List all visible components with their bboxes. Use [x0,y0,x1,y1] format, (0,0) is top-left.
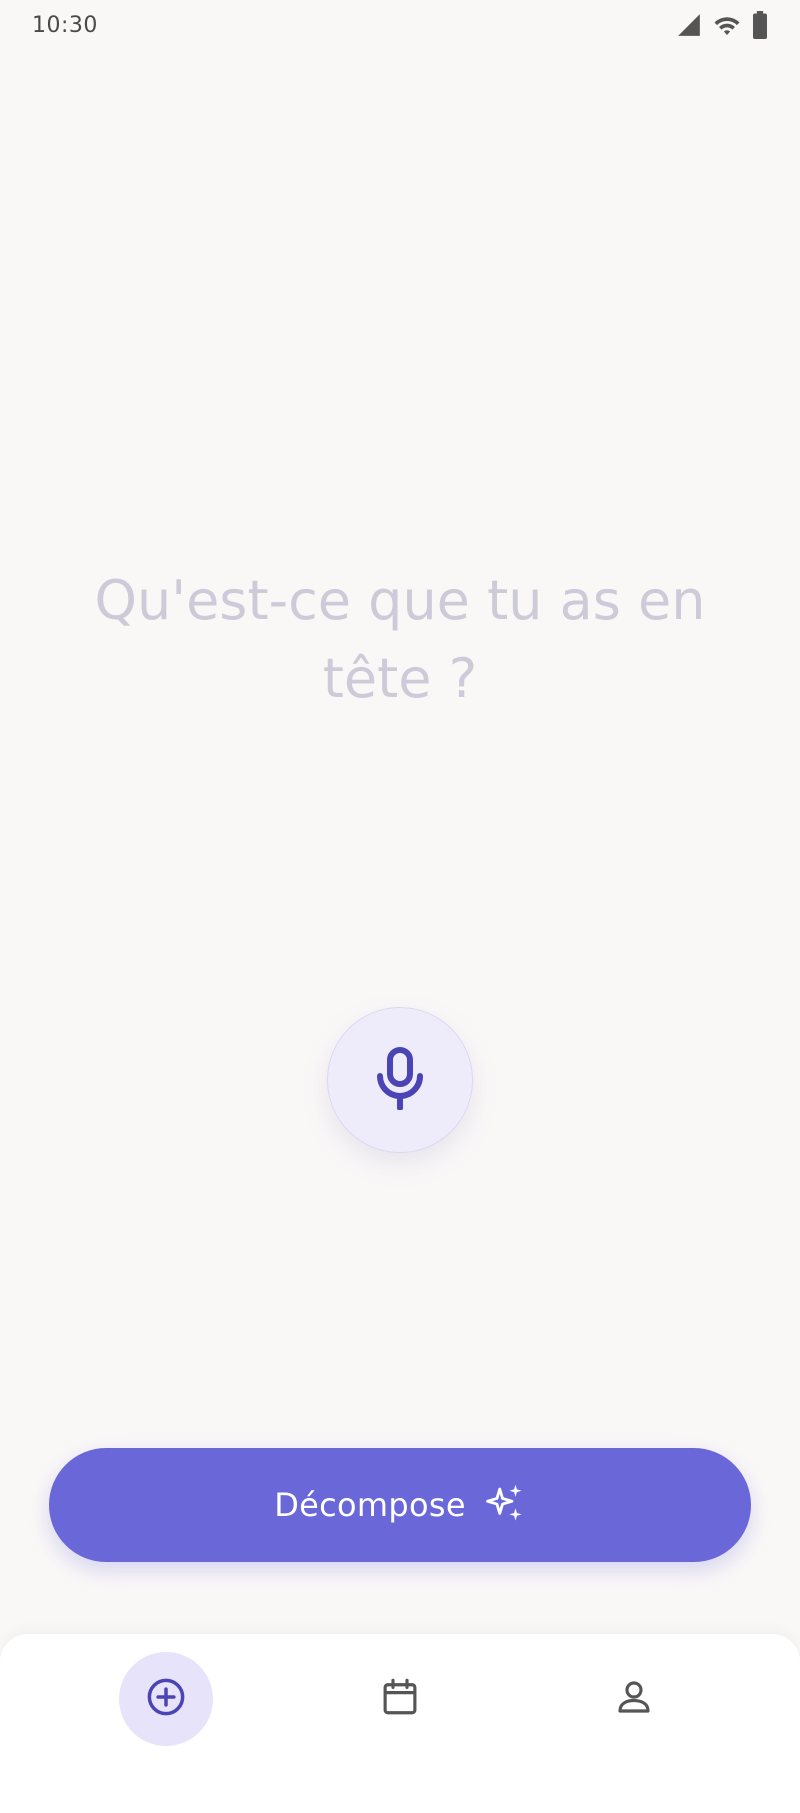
add-circle-icon [145,1676,187,1722]
status-time: 10:30 [32,12,98,38]
nav-profile-item[interactable] [587,1652,681,1746]
sparkles-icon [484,1482,526,1528]
app-screen: 10:30 Qu'est-ce que tu as en tête ? Déco… [0,0,800,1813]
wifi-icon [712,12,742,38]
decompose-button[interactable]: Décompose [49,1448,751,1562]
decompose-label: Décompose [274,1486,466,1524]
bottom-navigation [0,1634,800,1813]
nav-new-item[interactable] [119,1652,213,1746]
calendar-icon [379,1676,421,1722]
battery-icon [752,11,768,39]
prompt-line-1: Qu'est-ce que tu as en [94,569,706,632]
profile-icon [613,1676,655,1722]
microphone-icon [374,1046,426,1114]
nav-calendar-item[interactable] [353,1652,447,1746]
status-bar: 10:30 [0,0,800,50]
status-icons [676,11,768,39]
signal-icon [676,12,702,38]
prompt-line-2: tête ? [322,647,478,710]
prompt-placeholder[interactable]: Qu'est-ce que tu as en tête ? [60,562,740,718]
microphone-button[interactable] [327,1007,473,1153]
